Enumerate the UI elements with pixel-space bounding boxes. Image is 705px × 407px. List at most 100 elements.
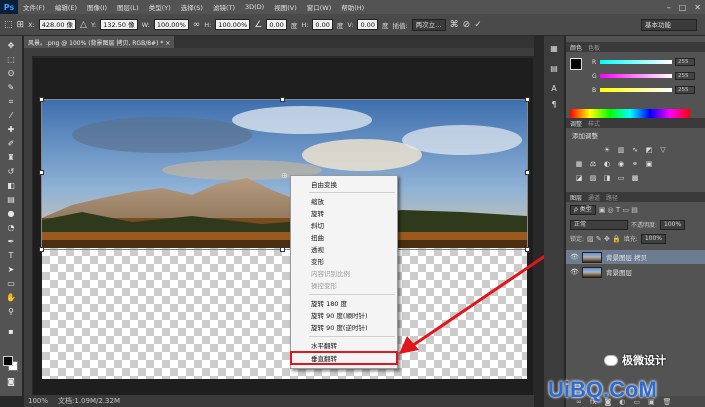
- h-field[interactable]: 100.00%: [215, 19, 251, 30]
- panel-foreground-swatch[interactable]: [570, 58, 582, 70]
- menu-free-transform[interactable]: 自由变换: [291, 180, 397, 190]
- eyedropper-tool-icon[interactable]: ⁄: [4, 110, 18, 121]
- blend-mode-select[interactable]: 正常: [570, 219, 628, 230]
- green-slider[interactable]: [600, 74, 672, 78]
- close-button[interactable]: ✕: [694, 3, 701, 12]
- blue-slider[interactable]: [600, 88, 672, 92]
- w-field[interactable]: 100.00%: [153, 19, 189, 30]
- menu-window[interactable]: 窗口(W): [302, 2, 337, 12]
- layer-row-background[interactable]: 👁 背景图层: [566, 265, 705, 279]
- dodge-tool-icon[interactable]: ◔: [4, 222, 18, 233]
- menu-image[interactable]: 图像(I): [82, 2, 112, 12]
- menu-scale[interactable]: 缩放: [291, 197, 397, 207]
- threshold-icon[interactable]: ◨: [602, 174, 612, 183]
- marquee-tool-icon[interactable]: ⬚: [4, 54, 18, 65]
- trash-icon[interactable]: 🗑: [663, 398, 672, 406]
- character-panel-icon[interactable]: A: [548, 84, 560, 96]
- fill-field[interactable]: 100%: [640, 233, 666, 244]
- document-tab[interactable]: 风景。.png @ 100% (背景图层 拷贝, RGB/8#) * ×: [24, 36, 175, 48]
- hand-tool-icon[interactable]: ✋: [4, 292, 18, 303]
- zoom-level[interactable]: 100%: [28, 397, 48, 405]
- gradient-tool-icon[interactable]: ▤: [4, 194, 18, 205]
- invert-icon[interactable]: ◪: [574, 174, 584, 183]
- y-field[interactable]: 132.50 像: [100, 19, 138, 30]
- reference-point-icon[interactable]: ⊞: [17, 20, 25, 30]
- crop-tool-icon[interactable]: ⌗: [4, 96, 18, 107]
- menu-rotate[interactable]: 旋转: [291, 209, 397, 219]
- shape-tool-icon[interactable]: ▭: [4, 278, 18, 289]
- foreground-color-swatch[interactable]: [3, 356, 13, 366]
- cancel-transform-icon[interactable]: ⊘: [463, 20, 471, 30]
- delta-icon[interactable]: △: [80, 20, 87, 30]
- blur-tool-icon[interactable]: ●: [4, 208, 18, 219]
- posterize-icon[interactable]: ▨: [588, 174, 598, 183]
- warp-mode-icon[interactable]: ⌘: [450, 20, 459, 30]
- layer-filter-select[interactable]: ρ 类型: [570, 204, 596, 215]
- workspace-select[interactable]: 基本功能: [641, 19, 697, 31]
- menu-perspective[interactable]: 透视: [291, 245, 397, 255]
- menu-rotate-180[interactable]: 旋转 180 度: [291, 299, 397, 309]
- type-tool-icon[interactable]: T: [4, 250, 18, 261]
- menu-rotate-90-ccw[interactable]: 旋转 90 度(逆时针): [291, 323, 397, 333]
- ruler-horizontal[interactable]: [24, 48, 534, 56]
- menu-select[interactable]: 选择(S): [176, 2, 208, 12]
- filter-icons[interactable]: ▣ ◎ T ▭ ▤: [599, 206, 638, 214]
- link-icon[interactable]: ∞: [193, 20, 201, 30]
- history-brush-tool-icon[interactable]: ↺: [4, 166, 18, 177]
- move-tool-icon[interactable]: ✥: [4, 40, 18, 51]
- photo-filter-icon[interactable]: ◉: [616, 160, 626, 169]
- color-swatches[interactable]: [3, 356, 19, 372]
- properties-panel-icon[interactable]: ▤: [548, 64, 560, 76]
- eye-icon[interactable]: 👁: [570, 253, 579, 261]
- menu-edit[interactable]: 编辑(E): [50, 2, 82, 12]
- eye-icon[interactable]: 👁: [570, 268, 579, 276]
- zoom-tool-icon[interactable]: ⚲: [4, 306, 18, 317]
- ruler-vertical[interactable]: [24, 56, 32, 396]
- menu-rotate-90-cw[interactable]: 旋转 90 度(顺时针): [291, 311, 397, 321]
- lasso-tool-icon[interactable]: ʘ: [4, 68, 18, 79]
- lock-icons[interactable]: ▨ ✎ ✥ 🔒: [587, 235, 621, 243]
- menu-view[interactable]: 视图(V): [269, 2, 302, 12]
- vskew-field[interactable]: 0.00: [357, 19, 378, 30]
- black-white-icon[interactable]: ◐: [602, 160, 612, 169]
- interpolation-select[interactable]: 两次立…: [411, 18, 446, 31]
- transform-center-icon[interactable]: ⊕: [281, 171, 288, 180]
- gradient-map-icon[interactable]: ▭: [616, 174, 626, 183]
- menu-filter[interactable]: 滤镜(T): [208, 2, 240, 12]
- menu-3d[interactable]: 3D(D): [240, 3, 269, 11]
- quick-mask-icon[interactable]: ◙: [4, 376, 18, 387]
- selective-color-icon[interactable]: ▩: [630, 174, 640, 183]
- minimize-button[interactable]: –: [667, 3, 671, 12]
- eraser-tool-icon[interactable]: ◧: [4, 180, 18, 191]
- menu-help[interactable]: 帮助(H): [336, 2, 369, 12]
- history-panel-icon[interactable]: ▦: [548, 44, 560, 56]
- menu-flip-horizontal[interactable]: 水平翻转: [291, 341, 397, 351]
- menu-warp[interactable]: 变形: [291, 257, 397, 267]
- pen-tool-icon[interactable]: ✒: [4, 236, 18, 247]
- menu-layer[interactable]: 图层(L): [112, 2, 144, 12]
- brush-tool-icon[interactable]: ✐: [4, 138, 18, 149]
- color-lookup-icon[interactable]: ▣: [644, 160, 654, 169]
- layer-row-background-copy[interactable]: 👁 背景图层 拷贝: [566, 250, 705, 264]
- stamp-tool-icon[interactable]: ♜: [4, 152, 18, 163]
- red-slider[interactable]: [600, 60, 672, 64]
- angle-field[interactable]: 0.00: [266, 19, 287, 30]
- commit-transform-icon[interactable]: ✓: [474, 20, 482, 30]
- curves-icon[interactable]: ∿: [630, 146, 640, 155]
- hue-saturation-icon[interactable]: ▦: [574, 160, 584, 169]
- levels-icon[interactable]: ▥: [616, 146, 626, 155]
- healing-tool-icon[interactable]: ✚: [4, 124, 18, 135]
- paragraph-panel-icon[interactable]: ¶: [548, 100, 560, 112]
- hskew-field[interactable]: 0.00: [312, 19, 333, 30]
- maximize-button[interactable]: □: [679, 3, 687, 12]
- default-colors-icon[interactable]: ▪: [4, 326, 18, 337]
- x-field[interactable]: 428.00 像: [38, 19, 77, 30]
- path-select-tool-icon[interactable]: ➤: [4, 264, 18, 275]
- channel-mixer-icon[interactable]: ⚭: [630, 160, 640, 169]
- vibrance-icon[interactable]: ▽: [658, 146, 668, 155]
- quick-select-tool-icon[interactable]: ✎: [4, 82, 18, 93]
- color-balance-icon[interactable]: ⚖: [588, 160, 598, 169]
- green-value[interactable]: 255: [675, 72, 695, 80]
- menu-type[interactable]: 类型(Y): [144, 2, 176, 12]
- opacity-field[interactable]: 100%: [660, 219, 686, 230]
